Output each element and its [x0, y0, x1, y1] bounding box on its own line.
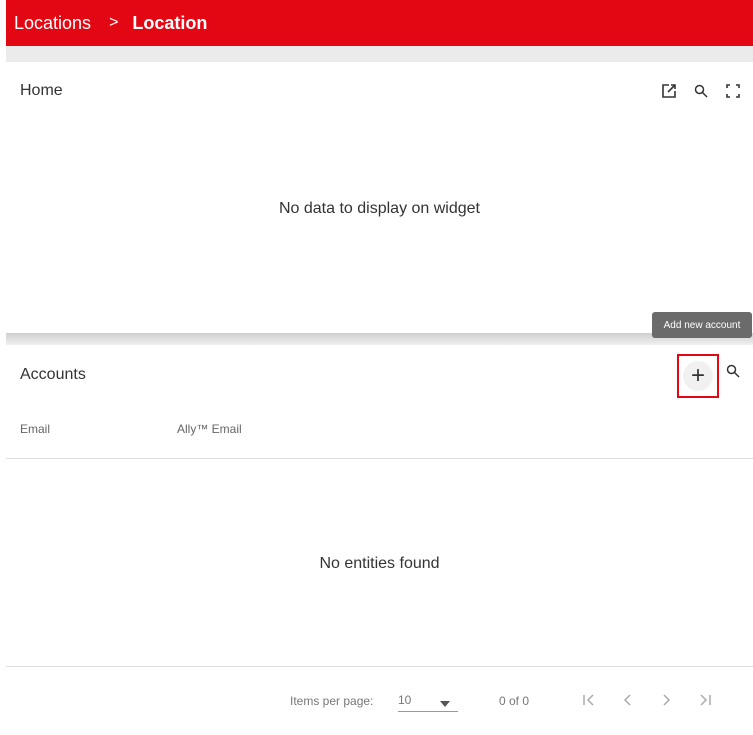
breadcrumb-locations-link[interactable]: Locations [14, 13, 91, 34]
add-account-button[interactable]: + [677, 354, 719, 398]
items-per-page-select[interactable]: 10 [398, 688, 458, 712]
column-header-email[interactable]: Email [20, 422, 50, 436]
home-widget-title: Home [20, 82, 63, 99]
paginator: Items per page: 10 0 of 0 [6, 686, 753, 716]
accounts-widget: Accounts + Email Ally™ Email No entities… [6, 345, 753, 735]
open-in-new-icon[interactable] [659, 81, 679, 101]
dropdown-arrow-icon [440, 696, 450, 710]
first-page-icon[interactable] [579, 690, 599, 710]
accounts-search-icon[interactable] [726, 364, 740, 383]
column-header-ally-email[interactable]: Ally™ Email [177, 422, 242, 436]
breadcrumb-separator: > [109, 14, 119, 31]
table-footer-divider [6, 666, 753, 667]
accounts-empty-message: No entities found [319, 555, 440, 572]
last-page-icon[interactable] [695, 690, 715, 710]
plus-icon: + [683, 361, 713, 391]
next-page-icon[interactable] [656, 690, 676, 710]
accounts-title: Accounts [20, 366, 86, 383]
table-header-divider [6, 458, 753, 459]
search-icon[interactable] [691, 81, 711, 101]
section-separator [6, 333, 753, 345]
widget-toolbar [659, 81, 743, 101]
items-per-page-label: Items per page: [290, 694, 374, 708]
home-widget: Home No data to display on widget [6, 62, 753, 334]
home-empty-message: No data to display on widget [278, 200, 480, 217]
breadcrumb: Locations > Location [6, 0, 753, 46]
items-per-page-value: 10 [398, 693, 412, 707]
fullscreen-icon[interactable] [723, 81, 743, 101]
add-account-tooltip: Add new account [652, 312, 752, 338]
previous-page-icon[interactable] [618, 690, 638, 710]
section-divider [6, 46, 753, 62]
range-label: 0 of 0 [499, 694, 530, 708]
breadcrumb-current: Location [132, 12, 208, 33]
